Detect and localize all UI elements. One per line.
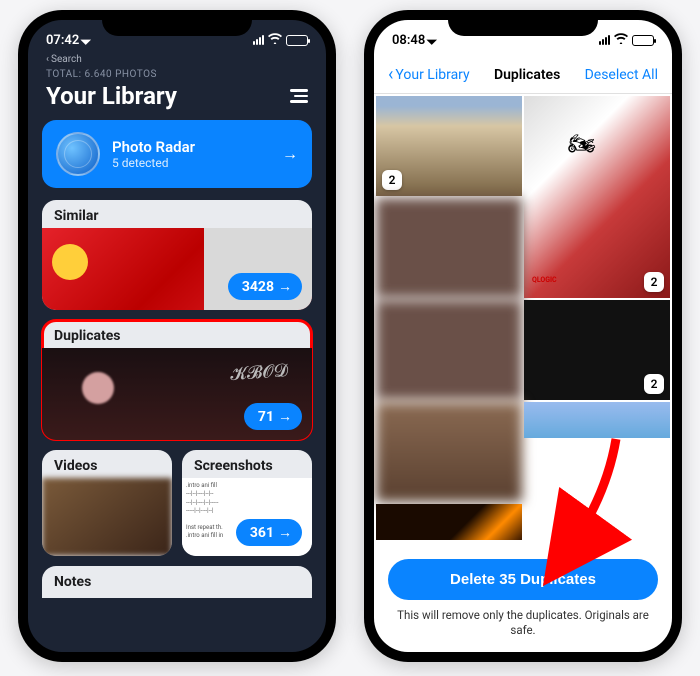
nav-bar: ‹ Your Library Duplicates Deselect All <box>374 60 672 94</box>
similar-card[interactable]: Similar 3428 → <box>42 200 312 310</box>
photo-grid: 2 QLOGIC 2 2 <box>374 94 672 549</box>
logo-text: QLOGIC <box>532 276 557 284</box>
notes-card[interactable]: Notes <box>42 566 312 598</box>
screenshots-count-pill[interactable]: 361 → <box>236 519 302 546</box>
nav-title: Duplicates <box>494 67 560 83</box>
delete-duplicates-button[interactable]: Delete 35 Duplicates <box>388 559 658 600</box>
videos-thumbnail <box>42 478 172 556</box>
arrow-right-icon: → <box>278 524 292 541</box>
duplicate-count-badge: 2 <box>382 170 402 190</box>
photo-thumbnail[interactable] <box>376 300 522 400</box>
duplicate-count-badge: 2 <box>644 374 664 394</box>
videos-card[interactable]: Videos <box>42 450 172 556</box>
back-button[interactable]: ‹ Your Library <box>388 64 470 85</box>
battery-icon <box>286 35 308 46</box>
menu-icon[interactable] <box>290 89 308 103</box>
delete-hint-text: This will remove only the duplicates. Or… <box>388 608 658 638</box>
photo-radar-card[interactable]: Photo Radar 5 detected → <box>42 120 312 188</box>
similar-count-pill[interactable]: 3428 → <box>228 273 302 300</box>
photo-thumbnail[interactable] <box>376 198 522 298</box>
location-icon: ◢ <box>80 34 92 46</box>
screenshots-card[interactable]: Screenshots .intro ani fill---|--|----|-… <box>182 450 312 556</box>
radar-title: Photo Radar <box>112 138 270 156</box>
photo-thumbnail[interactable]: QLOGIC 2 <box>524 96 670 298</box>
arrow-right-icon: → <box>278 408 292 425</box>
page-title: Your Library <box>46 82 177 110</box>
photo-thumbnail[interactable]: 2 <box>376 96 522 196</box>
wifi-icon <box>614 33 628 47</box>
photo-thumbnail[interactable] <box>376 402 522 502</box>
duplicate-count-badge: 2 <box>644 272 664 292</box>
duplicates-label: Duplicates <box>42 320 312 348</box>
total-photos-label: TOTAL: 6.640 PHOTOS <box>46 69 308 80</box>
cellular-icon <box>599 35 610 45</box>
videos-label: Videos <box>42 450 172 478</box>
arrow-right-icon: → <box>282 144 298 164</box>
location-icon: ◢ <box>426 34 438 46</box>
status-time: 07:42 <box>46 33 79 48</box>
deselect-all-button[interactable]: Deselect All <box>585 67 658 83</box>
duplicates-card[interactable]: Duplicates 𝓚𝓑𝓞𝓓 71 → <box>42 320 312 440</box>
wifi-icon <box>268 33 282 47</box>
photo-thumbnail[interactable] <box>524 402 670 438</box>
photo-thumbnail[interactable]: 2 <box>524 300 670 400</box>
screenshots-label: Screenshots <box>182 450 312 478</box>
arrow-right-icon: → <box>278 278 292 295</box>
duplicates-count-pill[interactable]: 71 → <box>244 403 302 430</box>
cellular-icon <box>253 35 264 45</box>
similar-label: Similar <box>42 200 312 228</box>
status-time: 08:48 <box>392 33 425 48</box>
radar-icon <box>56 132 100 176</box>
chevron-left-icon: ‹ <box>388 64 393 85</box>
photo-thumbnail[interactable] <box>376 504 522 540</box>
radar-subtitle: 5 detected <box>112 156 270 170</box>
battery-icon <box>632 35 654 46</box>
